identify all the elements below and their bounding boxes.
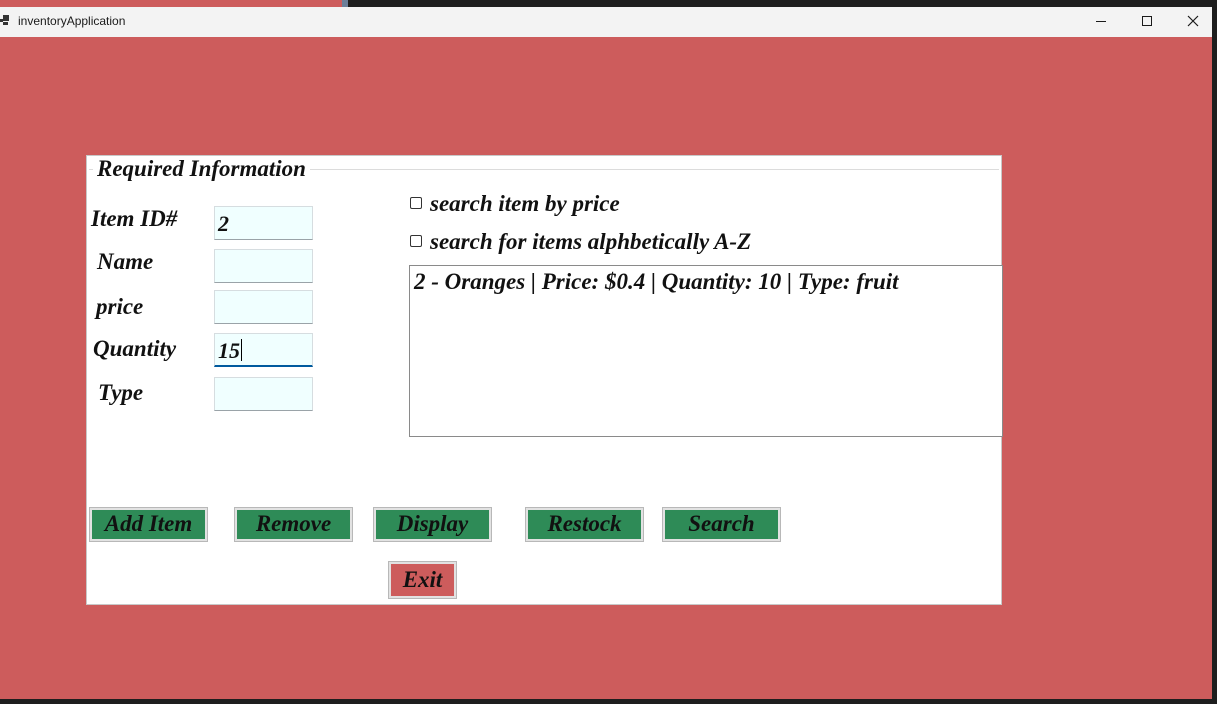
type-label: Type xyxy=(98,380,144,405)
title-bar[interactable]: inventoryApplication xyxy=(0,7,1212,37)
background-window-edge-gap xyxy=(342,0,348,7)
close-icon xyxy=(1187,15,1199,27)
add-item-button[interactable]: Add Item xyxy=(89,507,208,542)
inventory-output-listbox[interactable]: 2 - Oranges | Price: $0.4 | Quantity: 10… xyxy=(409,265,1003,437)
display-button[interactable]: Display xyxy=(373,507,492,542)
text-caret xyxy=(241,339,242,361)
price-input[interactable] xyxy=(214,290,313,324)
restock-button[interactable]: Restock xyxy=(525,507,644,542)
window-title: inventoryApplication xyxy=(18,14,126,28)
required-information-panel: Required Information Item ID# 2 Name pri… xyxy=(86,155,1003,605)
price-label: price xyxy=(96,294,144,319)
search-by-price-label[interactable]: search item by price xyxy=(430,191,620,217)
item-id-value: 2 xyxy=(218,211,229,236)
background-window-edge xyxy=(0,0,342,7)
item-id-input[interactable]: 2 xyxy=(214,206,313,240)
app-window: inventoryApplication Required Informatio… xyxy=(0,7,1212,699)
quantity-value: 15 xyxy=(218,338,240,363)
search-alphabetically-label[interactable]: search for items alphbetically A-Z xyxy=(430,229,751,255)
close-button[interactable] xyxy=(1170,7,1212,37)
group-box-title: Required Information xyxy=(93,156,310,182)
quantity-input[interactable]: 15 xyxy=(214,333,313,367)
name-input[interactable] xyxy=(214,249,313,283)
maximize-button[interactable] xyxy=(1124,7,1170,37)
search-by-price-checkbox[interactable] xyxy=(410,197,422,209)
remove-button[interactable]: Remove xyxy=(234,507,353,542)
minimize-icon xyxy=(1096,21,1106,22)
type-input[interactable] xyxy=(214,377,313,411)
exit-button[interactable]: Exit xyxy=(388,561,457,599)
item-id-label: Item ID# xyxy=(91,206,178,231)
search-button[interactable]: Search xyxy=(662,507,781,542)
maximize-icon xyxy=(1142,16,1152,26)
app-icon xyxy=(0,15,9,25)
search-alphabetically-checkbox[interactable] xyxy=(410,235,422,247)
name-label: Name xyxy=(97,249,154,274)
quantity-label: Quantity xyxy=(93,336,177,361)
output-line[interactable]: 2 - Oranges | Price: $0.4 | Quantity: 10… xyxy=(414,268,998,296)
minimize-button[interactable] xyxy=(1078,7,1124,37)
